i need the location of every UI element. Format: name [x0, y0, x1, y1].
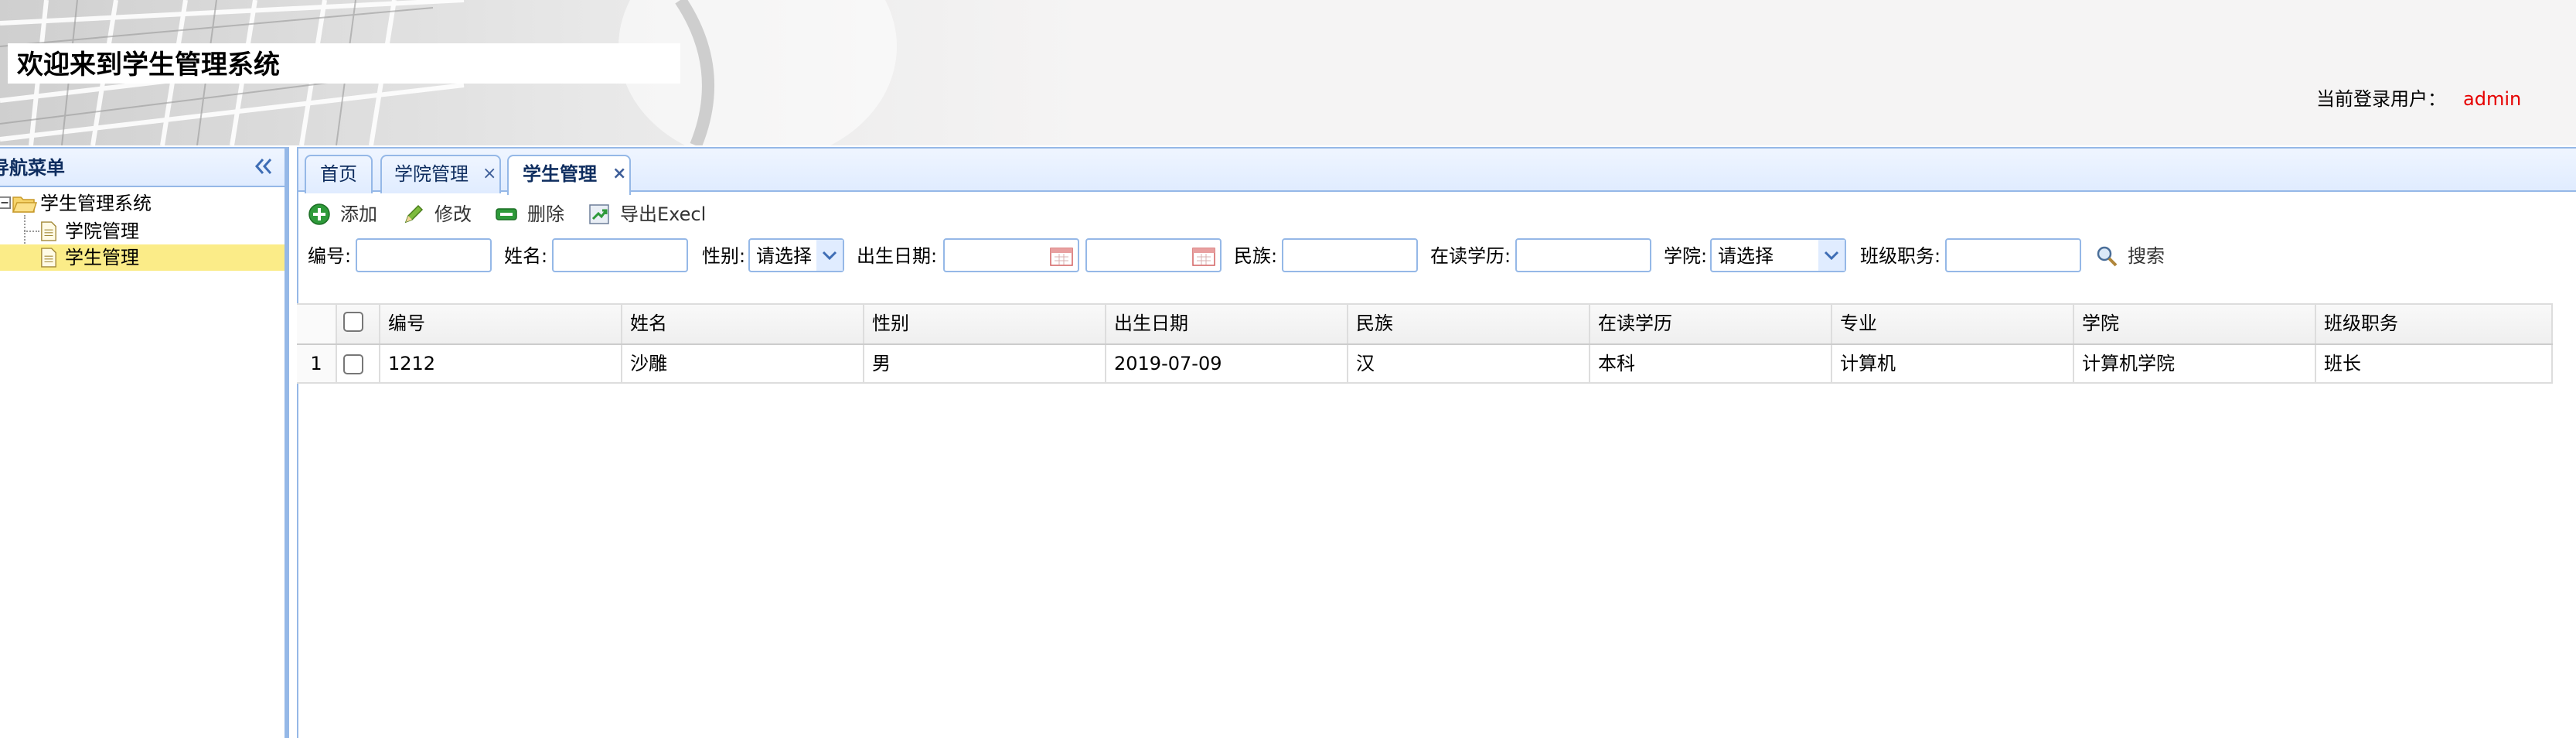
gender-select[interactable]: 请选择	[748, 238, 844, 272]
tree-node-label: 学院管理	[65, 220, 139, 242]
tab-strip: 首页 学院管理 × 学生管理 ×	[298, 147, 2576, 195]
tree-node-label: 学生管理	[65, 247, 139, 268]
cell-id: 1212	[380, 345, 622, 382]
current-user-name[interactable]: admin	[2463, 88, 2521, 110]
id-input[interactable]	[356, 238, 492, 272]
column-header[interactable]: 编号	[380, 305, 622, 343]
minus-icon	[496, 208, 517, 220]
close-icon[interactable]: ×	[612, 156, 626, 192]
search-button-label: 搜索	[2128, 245, 2165, 267]
college-label: 学院:	[1664, 245, 1708, 267]
cell-ethnicity: 汉	[1348, 345, 1590, 382]
tab-college-management[interactable]: 学院管理 ×	[380, 155, 501, 193]
folder-open-icon	[12, 196, 37, 213]
education-input[interactable]	[1515, 238, 1651, 272]
navigation-panel: 导航菜单 学生管理系统 学院管理 学生管理	[0, 147, 289, 738]
row-checkbox[interactable]	[343, 354, 363, 374]
close-icon[interactable]: ×	[482, 156, 496, 192]
row-number: 1	[297, 345, 337, 382]
gender-select-value: 请选择	[756, 245, 812, 267]
chevron-down-icon	[1824, 251, 1839, 261]
edit-button-label: 修改	[434, 203, 472, 225]
tab-student-management[interactable]: 学生管理 ×	[507, 155, 631, 195]
add-button[interactable]: 添加	[308, 200, 385, 231]
nav-title: 导航菜单	[0, 157, 65, 179]
column-header[interactable]: 专业	[1832, 305, 2074, 343]
collapse-toggle-icon[interactable]	[0, 196, 11, 209]
delete-button-label: 删除	[527, 203, 564, 225]
nav-panel-header: 导航菜单	[0, 147, 285, 187]
calendar-icon[interactable]	[1050, 246, 1073, 266]
tab-label: 学生管理	[523, 163, 597, 185]
delete-button[interactable]: 删除	[495, 200, 572, 231]
birth-date-label: 出生日期:	[857, 245, 938, 267]
file-icon	[41, 248, 56, 268]
cell-major: 计算机	[1832, 345, 2074, 382]
column-header[interactable]: 民族	[1348, 305, 1590, 343]
app-title: 欢迎来到学生管理系统	[17, 50, 280, 80]
tab-home[interactable]: 首页	[305, 155, 373, 193]
chevron-down-icon	[822, 251, 837, 261]
export-icon	[589, 204, 609, 224]
id-label: 编号:	[308, 245, 352, 267]
education-label: 在读学历:	[1430, 245, 1511, 267]
double-chevron-left-icon[interactable]	[252, 155, 275, 178]
tree-node-college-management[interactable]: 学院管理	[0, 218, 285, 244]
tree-node-root[interactable]: 学生管理系统	[0, 190, 285, 217]
search-icon	[2097, 246, 2118, 267]
birth-date-from-field[interactable]	[943, 238, 1079, 272]
export-button-label: 导出Execl	[620, 203, 707, 225]
grid-header-row: 编号 姓名 性别 出生日期 民族 在读学历 专业 学院 班级职务	[297, 303, 2553, 345]
name-input[interactable]	[552, 238, 688, 272]
gender-label: 性别:	[702, 245, 746, 267]
pencil-icon	[404, 204, 424, 224]
current-user-info: 当前登录用户： admin	[2316, 85, 2521, 113]
cell-class-position: 班长	[2316, 345, 2553, 382]
row-select-cell	[337, 345, 380, 382]
edit-button[interactable]: 修改	[402, 200, 479, 231]
name-label: 姓名:	[504, 245, 548, 267]
ethnicity-label: 民族:	[1234, 245, 1278, 267]
calendar-icon[interactable]	[1192, 246, 1215, 266]
class-position-label: 班级职务:	[1860, 245, 1941, 267]
current-user-label: 当前登录用户：	[2316, 88, 2446, 110]
column-header[interactable]: 出生日期	[1106, 305, 1348, 343]
column-header[interactable]: 性别	[864, 305, 1106, 343]
column-header[interactable]: 班级职务	[2316, 305, 2553, 343]
select-all-checkbox[interactable]	[343, 312, 363, 332]
dropdown-arrow[interactable]	[1818, 240, 1845, 271]
cell-name: 沙雕	[622, 345, 864, 382]
tab-label: 首页	[320, 163, 357, 185]
add-button-label: 添加	[340, 203, 377, 225]
column-header[interactable]: 学院	[2074, 305, 2316, 343]
college-select[interactable]: 请选择	[1710, 238, 1846, 272]
birth-date-to-field[interactable]	[1085, 238, 1222, 272]
file-icon	[41, 221, 56, 241]
cell-birth-date: 2019-07-09	[1106, 345, 1348, 382]
export-excel-button[interactable]: 导出Execl	[588, 200, 711, 231]
main-content-panel: 首页 学院管理 × 学生管理 ×	[297, 147, 2576, 738]
class-position-input[interactable]	[1945, 238, 2081, 272]
header-banner: 欢迎来到学生管理系统 当前登录用户： admin	[0, 0, 2576, 145]
table-row[interactable]: 1 1212 沙雕 男 2019-07-09 汉 本科 计算机 计算机学院 班长	[297, 345, 2553, 384]
plus-icon	[308, 203, 330, 225]
college-select-value: 请选择	[1718, 245, 1774, 267]
column-header[interactable]: 姓名	[622, 305, 864, 343]
cell-college: 计算机学院	[2074, 345, 2316, 382]
select-all-cell	[337, 305, 380, 343]
tree-node-root-label: 学生管理系统	[40, 193, 152, 214]
cell-gender: 男	[864, 345, 1106, 382]
row-number-header	[297, 305, 337, 343]
ethnicity-input[interactable]	[1282, 238, 1418, 272]
column-header[interactable]: 在读学历	[1590, 305, 1832, 343]
cell-education: 本科	[1590, 345, 1832, 382]
tree-node-student-management[interactable]: 学生管理	[0, 244, 285, 271]
dropdown-arrow[interactable]	[816, 240, 843, 271]
search-button[interactable]: 搜索	[2095, 241, 2180, 272]
tab-label: 学院管理	[394, 163, 469, 185]
